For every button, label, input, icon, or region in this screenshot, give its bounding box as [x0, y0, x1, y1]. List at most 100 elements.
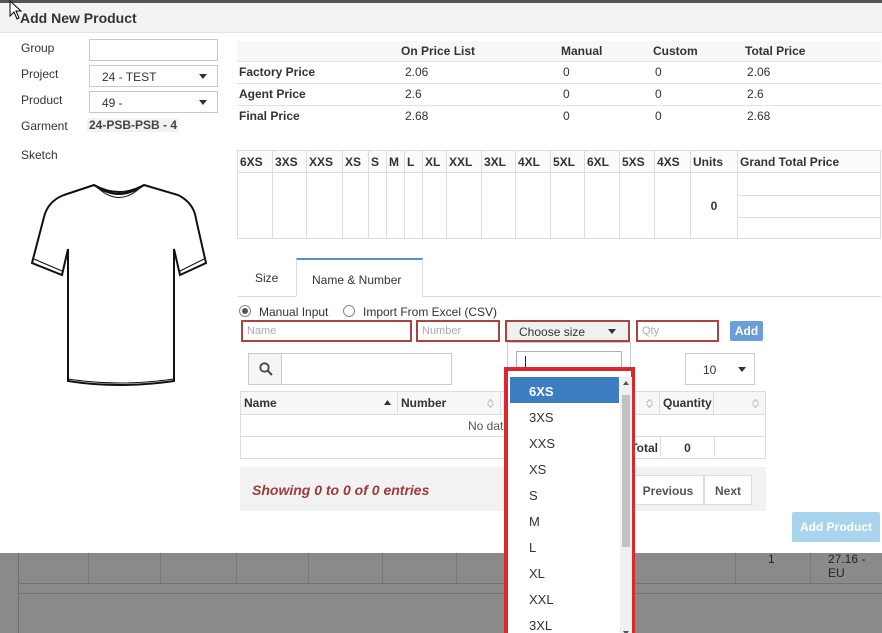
price-row-on-price-list: 2.06	[397, 60, 557, 83]
size-option[interactable]: 6XS	[510, 377, 619, 403]
price-row-name: Agent Price	[237, 82, 397, 105]
size-qty-cell[interactable]	[237, 172, 273, 239]
price-row-manual: 0	[557, 60, 649, 83]
tab-size[interactable]: Size	[240, 258, 293, 297]
size-qty-cell[interactable]	[272, 172, 307, 239]
size-option[interactable]: L	[510, 533, 619, 559]
garment-value: 24-PSB-PSB - 4	[87, 118, 180, 132]
manual-input-label: Manual Input	[259, 305, 329, 319]
size-qty-cell[interactable]	[550, 172, 585, 239]
size-dropdown-list: 6XS 3XS XXS XS S M L XL XXL 3XL	[510, 377, 619, 633]
column-extra-header[interactable]	[714, 392, 765, 414]
size-qty-cell[interactable]	[515, 172, 551, 239]
add-product-button[interactable]: Add Product	[792, 512, 880, 542]
size-qty-cell[interactable]	[342, 172, 369, 239]
size-qty-cell[interactable]	[368, 172, 387, 239]
size-table-row: 0	[237, 172, 881, 239]
chevron-down-icon	[199, 100, 207, 105]
size-qty-cell[interactable]	[422, 172, 447, 239]
pagination-bar: Showing 0 to 0 of 0 entries Previous Nex…	[240, 467, 766, 511]
price-table-header: On Price List Manual Custom Total Price	[237, 41, 881, 61]
size-qty-cell[interactable]	[446, 172, 482, 239]
sort-icon	[487, 399, 494, 408]
product-select[interactable]: 49 -	[89, 91, 218, 113]
size-option[interactable]: XXS	[510, 429, 619, 455]
project-select-value: 24 - TEST	[102, 70, 157, 84]
size-option[interactable]: 3XS	[510, 403, 619, 429]
column-quantity-header[interactable]: Quantity	[660, 392, 714, 414]
size-header-cell: L	[404, 150, 423, 173]
background-col-line	[308, 553, 309, 583]
size-qty-cell[interactable]	[481, 172, 516, 239]
size-header-cell: 3XL	[481, 150, 516, 173]
size-qty-cell[interactable]	[654, 172, 691, 239]
qty-input[interactable]: Qty	[636, 320, 719, 342]
sort-asc-icon	[384, 400, 391, 405]
size-option[interactable]: M	[510, 507, 619, 533]
price-row-custom: 0	[649, 60, 741, 83]
units-value: 0	[690, 172, 738, 239]
size-option[interactable]: XXL	[510, 585, 619, 611]
sketch-label: Sketch	[21, 148, 58, 162]
grand-total-subrow	[738, 218, 880, 238]
size-option[interactable]: S	[510, 481, 619, 507]
size-header-cell: 4XL	[515, 150, 551, 173]
size-qty-cell[interactable]	[386, 172, 405, 239]
column-number-label: Number	[401, 396, 447, 410]
size-qty-cell[interactable]	[619, 172, 655, 239]
total-value: 0	[660, 437, 714, 457]
column-quantity-label: Quantity	[663, 396, 712, 410]
price-table-header-cell	[237, 41, 397, 61]
name-input[interactable]: Name	[241, 320, 412, 342]
number-input[interactable]: Number	[416, 320, 500, 342]
size-qty-cell[interactable]	[404, 172, 423, 239]
grand-total-header: Grand Total Price	[737, 150, 881, 173]
size-select[interactable]: Choose size	[505, 320, 630, 342]
size-header-cell: M	[386, 150, 405, 173]
size-dropdown-scrollbar[interactable]	[620, 377, 632, 633]
price-row-total: 2.06	[741, 60, 881, 83]
price-table-header-cell: On Price List	[397, 41, 557, 61]
column-number-header[interactable]: Number	[398, 392, 501, 414]
size-dropdown-search-container	[507, 342, 631, 373]
size-header-cell: XL	[422, 150, 447, 173]
previous-page-button[interactable]: Previous	[632, 475, 704, 505]
price-table-header-cell: Total Price	[741, 41, 881, 61]
group-input[interactable]	[89, 39, 218, 61]
page-length-select[interactable]: 10	[685, 353, 755, 385]
import-csv-label: Import From Excel (CSV)	[363, 305, 498, 319]
scroll-up-icon[interactable]	[623, 381, 629, 385]
group-label: Group	[21, 41, 55, 55]
total-extra-cell	[714, 437, 765, 457]
background-row-line	[18, 593, 882, 594]
size-qty-cell[interactable]	[306, 172, 343, 239]
tshirt-sketch-image	[30, 183, 208, 386]
price-table-header-cell: Custom	[649, 41, 741, 61]
price-row-name: Final Price	[237, 104, 397, 127]
next-page-button[interactable]: Next	[704, 475, 752, 505]
size-header-cell: 6XS	[237, 150, 273, 173]
tab-name-number[interactable]: Name & Number	[296, 258, 423, 297]
size-option[interactable]: 3XL	[510, 611, 619, 633]
import-csv-radio[interactable]	[343, 305, 355, 317]
grand-total-subrow	[738, 174, 880, 196]
size-header-cell: 5XL	[550, 150, 585, 173]
size-option[interactable]: XS	[510, 455, 619, 481]
background-row-line	[18, 583, 882, 584]
project-select[interactable]: 24 - TEST	[89, 65, 218, 87]
search-icon-cell	[249, 354, 282, 384]
price-table: On Price List Manual Custom Total Price …	[237, 41, 881, 127]
size-option[interactable]: XL	[510, 559, 619, 585]
size-header-cell: 3XS	[272, 150, 307, 173]
column-name-header[interactable]: Name	[241, 392, 398, 414]
size-qty-cell[interactable]	[584, 172, 620, 239]
manual-input-radio[interactable]	[239, 305, 251, 317]
background-cell: 27.16 - EU	[828, 552, 866, 580]
search-icon	[259, 362, 273, 376]
background-cell: 1	[768, 552, 775, 566]
scrollbar-thumb[interactable]	[622, 395, 630, 547]
background-col-line	[160, 553, 161, 583]
entries-info: Showing 0 to 0 of 0 entries	[252, 482, 430, 498]
size-table-header: 6XS 3XS XXS XS S M L XL XXL 3XL 4XL 5XL …	[237, 150, 881, 173]
add-button[interactable]: Add	[730, 321, 763, 341]
